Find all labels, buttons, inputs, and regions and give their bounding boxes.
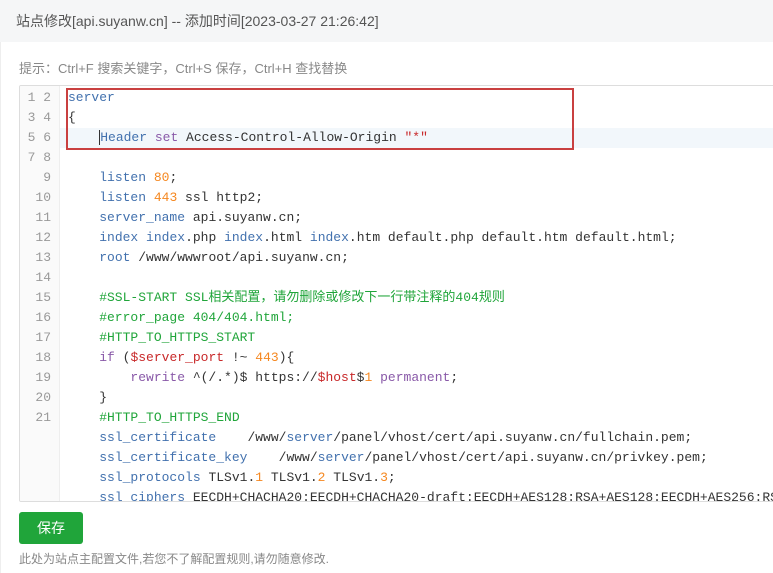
- button-row: 保存: [19, 512, 773, 544]
- code-content[interactable]: server { Header set Access-Control-Allow…: [60, 86, 773, 501]
- main-panel: 提示：Ctrl+F 搜索关键字，Ctrl+S 保存，Ctrl+H 查找替换 1 …: [1, 42, 773, 573]
- code-editor[interactable]: 1 2 3 4 5 6 7 8 9 10 11 12 13 14 15 16 1…: [19, 85, 773, 502]
- editor-hint: 提示：Ctrl+F 搜索关键字，Ctrl+S 保存，Ctrl+H 查找替换: [19, 58, 773, 77]
- line-gutter: 1 2 3 4 5 6 7 8 9 10 11 12 13 14 15 16 1…: [20, 86, 60, 501]
- footer-note: 此处为站点主配置文件,若您不了解配置规则,请勿随意修改.: [19, 550, 773, 567]
- header-title: 站点修改[api.suyanw.cn] -- 添加时间[2023-03-27 2…: [16, 11, 379, 31]
- save-button[interactable]: 保存: [19, 512, 83, 544]
- content-area: 域名管理子目录绑定网站目录访问限制流量限制伪静态默认文档配置文件SSLPHPCo…: [0, 42, 773, 573]
- dialog-header: 站点修改[api.suyanw.cn] -- 添加时间[2023-03-27 2…: [0, 0, 773, 42]
